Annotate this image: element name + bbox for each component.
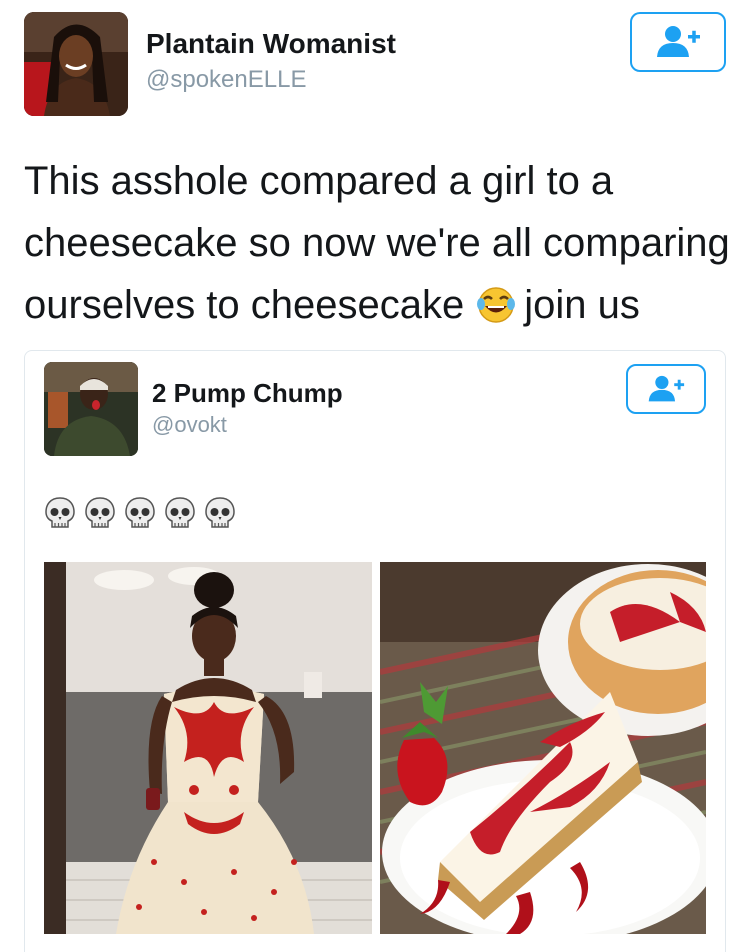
add-user-icon: [648, 375, 685, 402]
quoted-author-avatar[interactable]: [44, 362, 138, 456]
tweet-text-fragment: ourselves to cheesecake: [24, 283, 465, 327]
tweet-text: This asshole compared a girl to a cheese…: [24, 150, 734, 336]
skull-icon: [85, 497, 115, 528]
skull-icon: [125, 497, 155, 528]
strawberry-swirl-cheesecake-photo[interactable]: [380, 562, 706, 934]
tweet-text-line: ourselves to cheesecake join us: [24, 274, 734, 336]
tweet-text-fragment: join us: [524, 283, 640, 327]
skull-icon: [165, 497, 195, 528]
author-name[interactable]: Plantain Womanist: [146, 28, 396, 60]
quoted-author-handle[interactable]: @ovokt: [152, 412, 227, 438]
face-with-tears-of-joy-icon: [477, 287, 516, 323]
skull-emoji-row: [44, 496, 236, 536]
skull-icon: [205, 497, 235, 528]
quoted-follow-button[interactable]: [626, 364, 706, 414]
skull-icon: [45, 497, 75, 528]
author-handle[interactable]: @spokenELLE: [146, 66, 306, 94]
follow-button[interactable]: [630, 12, 726, 72]
tweet-text-line: cheesecake so now we're all comparing: [24, 221, 730, 265]
quoted-author-name[interactable]: 2 Pump Chump: [152, 378, 343, 409]
author-avatar[interactable]: [24, 12, 128, 116]
tweet-text-line: This asshole compared a girl to a: [24, 159, 614, 203]
woman-in-red-and-white-gown-photo[interactable]: [44, 562, 372, 934]
add-user-icon: [657, 26, 700, 57]
